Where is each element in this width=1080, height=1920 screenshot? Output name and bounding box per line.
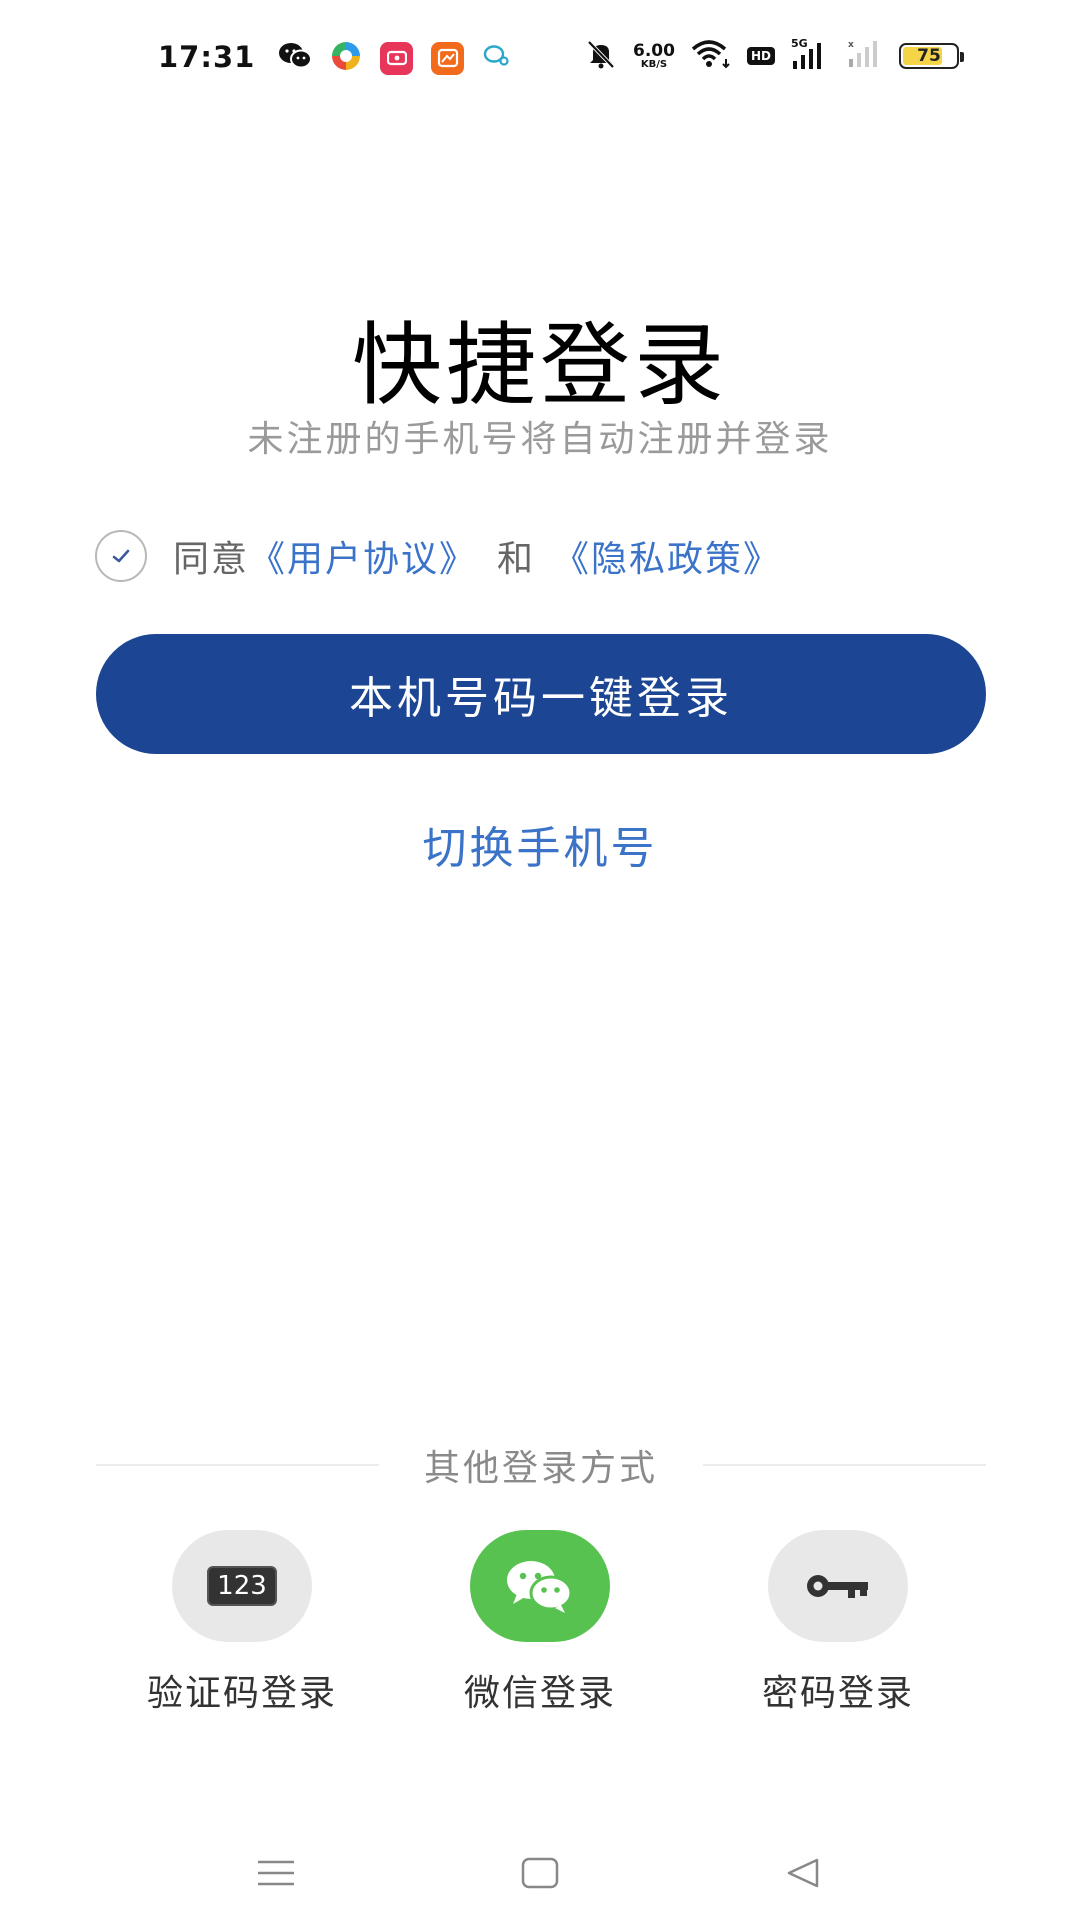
battery-tip: [959, 52, 964, 62]
system-status-icons: 6.00 KB/S HD 5G x 75: [585, 37, 964, 74]
wechat-icon: [507, 1561, 573, 1613]
hd-icon: HD: [746, 47, 775, 65]
wifi-icon: [691, 39, 731, 73]
password-login-label: 密码登录: [761, 1673, 914, 1714]
agreement-row: 同意 《用户协议》 和 《隐私政策》: [95, 530, 781, 582]
login-screen: 17:31 6.00 KB/S HD 5G x 75 快捷登录 未注册的手机号将…: [0, 0, 1080, 1920]
status-time: 17:31: [158, 40, 256, 74]
signal-2-icon: x: [847, 39, 883, 73]
agreement-and: 和: [497, 539, 534, 580]
battery-icon: 75: [898, 43, 964, 69]
sms-code-login-option[interactable]: 123 验证码登录: [122, 1530, 362, 1716]
net-speed-unit: KB/S: [640, 58, 668, 70]
home-icon[interactable]: [510, 1848, 570, 1898]
password-login-circle[interactable]: [768, 1530, 908, 1642]
mute-icon: [585, 38, 617, 74]
one-click-login-button[interactable]: 本机号码一键登录: [96, 634, 986, 754]
signal-5g-icon: 5G: [791, 37, 831, 71]
divider-line-right: [703, 1464, 987, 1466]
wechat-icon: [278, 42, 312, 74]
system-nav-bar: [0, 1848, 1080, 1898]
svg-text:x: x: [848, 40, 854, 50]
net-speed: 6.00 KB/S: [633, 40, 675, 70]
user-agreement-link[interactable]: 《用户协议》: [249, 530, 477, 582]
app-bubble-icon: [482, 43, 510, 73]
notification-icons: [278, 40, 510, 76]
app-pinwheel-icon: [330, 40, 362, 76]
agreement-checkbox[interactable]: [95, 530, 147, 582]
key-icon: [807, 1575, 868, 1598]
app-orange-icon: [431, 41, 464, 75]
other-login-divider: 其他登录方式: [96, 1440, 987, 1490]
wechat-login-label: 微信登录: [463, 1673, 616, 1714]
check-icon: [112, 549, 130, 563]
battery-level: 75: [917, 46, 941, 66]
net-speed-value: 6.00: [633, 40, 675, 61]
wechat-login-option[interactable]: 微信登录: [420, 1530, 660, 1716]
menu-icon[interactable]: [246, 1848, 306, 1898]
divider-line-left: [96, 1464, 379, 1466]
back-icon[interactable]: [773, 1848, 833, 1898]
switch-phone-link[interactable]: 切换手机号: [0, 812, 1080, 876]
privacy-policy-link[interactable]: 《隐私政策》: [553, 530, 781, 582]
agreement-prefix: 同意: [173, 539, 250, 580]
sms-code-login-circle[interactable]: 123: [172, 1530, 312, 1642]
sms-code-login-label: 验证码登录: [146, 1673, 337, 1714]
code-123-icon: 123: [207, 1565, 277, 1607]
status-bar: 17:31 6.00 KB/S HD 5G x 75: [0, 30, 1080, 86]
password-login-option[interactable]: 密码登录: [718, 1530, 958, 1716]
page-subtitle: 未注册的手机号将自动注册并登录: [247, 419, 833, 460]
page-title: 快捷登录: [352, 313, 728, 418]
other-login-title: 其他登录方式: [424, 1448, 659, 1489]
wechat-login-circle[interactable]: [470, 1530, 610, 1642]
app-red-video-icon: [380, 41, 413, 75]
